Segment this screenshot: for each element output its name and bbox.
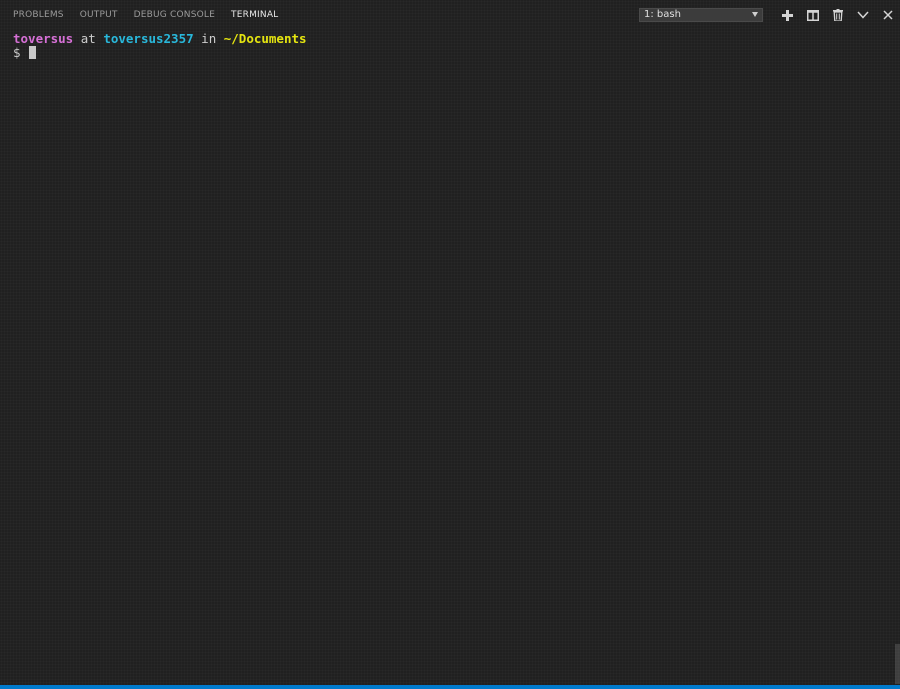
prompt-line: toversus at toversus2357 in ~/Documents — [13, 32, 890, 46]
text-cursor — [28, 46, 36, 59]
trash-icon — [832, 9, 843, 21]
panel-tabs: PROBLEMS OUTPUT DEBUG CONSOLE TERMINAL — [0, 0, 294, 30]
prompt-in: in — [193, 31, 224, 46]
input-prefix: $ — [13, 45, 21, 60]
close-icon — [882, 10, 893, 20]
split-terminal-button[interactable] — [800, 0, 825, 30]
plus-icon — [782, 9, 793, 21]
close-panel-button[interactable] — [875, 0, 900, 30]
input-line[interactable]: $ — [13, 46, 890, 60]
prompt-host: toversus2357 — [103, 31, 194, 46]
new-terminal-button[interactable] — [775, 0, 800, 30]
maximize-panel-button[interactable] — [850, 0, 875, 30]
prompt-user: toversus — [13, 31, 74, 46]
split-icon — [806, 9, 819, 21]
panel-header: PROBLEMS OUTPUT DEBUG CONSOLE TERMINAL 1… — [0, 0, 900, 30]
status-bar-edge — [0, 685, 900, 689]
terminal-output[interactable]: toversus at toversus2357 in ~/Documents … — [13, 32, 890, 60]
caret-down-icon — [752, 12, 758, 17]
terminal-select[interactable]: 1: bash — [639, 8, 763, 22]
prompt-directory: ~/Documents — [223, 31, 307, 46]
chevron-down-icon — [856, 11, 869, 19]
terminal-select-value: 1: bash — [644, 9, 681, 20]
tab-output[interactable]: OUTPUT — [80, 0, 118, 30]
tab-debug-console[interactable]: DEBUG CONSOLE — [134, 0, 215, 30]
terminal-scrollbar[interactable] — [895, 644, 900, 684]
panel-actions: 1: bash — [639, 0, 900, 30]
prompt-at: at — [73, 31, 104, 46]
kill-terminal-button[interactable] — [825, 0, 850, 30]
terminal-panel: PROBLEMS OUTPUT DEBUG CONSOLE TERMINAL 1… — [0, 0, 900, 689]
tab-problems[interactable]: PROBLEMS — [13, 0, 64, 30]
tab-terminal[interactable]: TERMINAL — [231, 0, 278, 30]
